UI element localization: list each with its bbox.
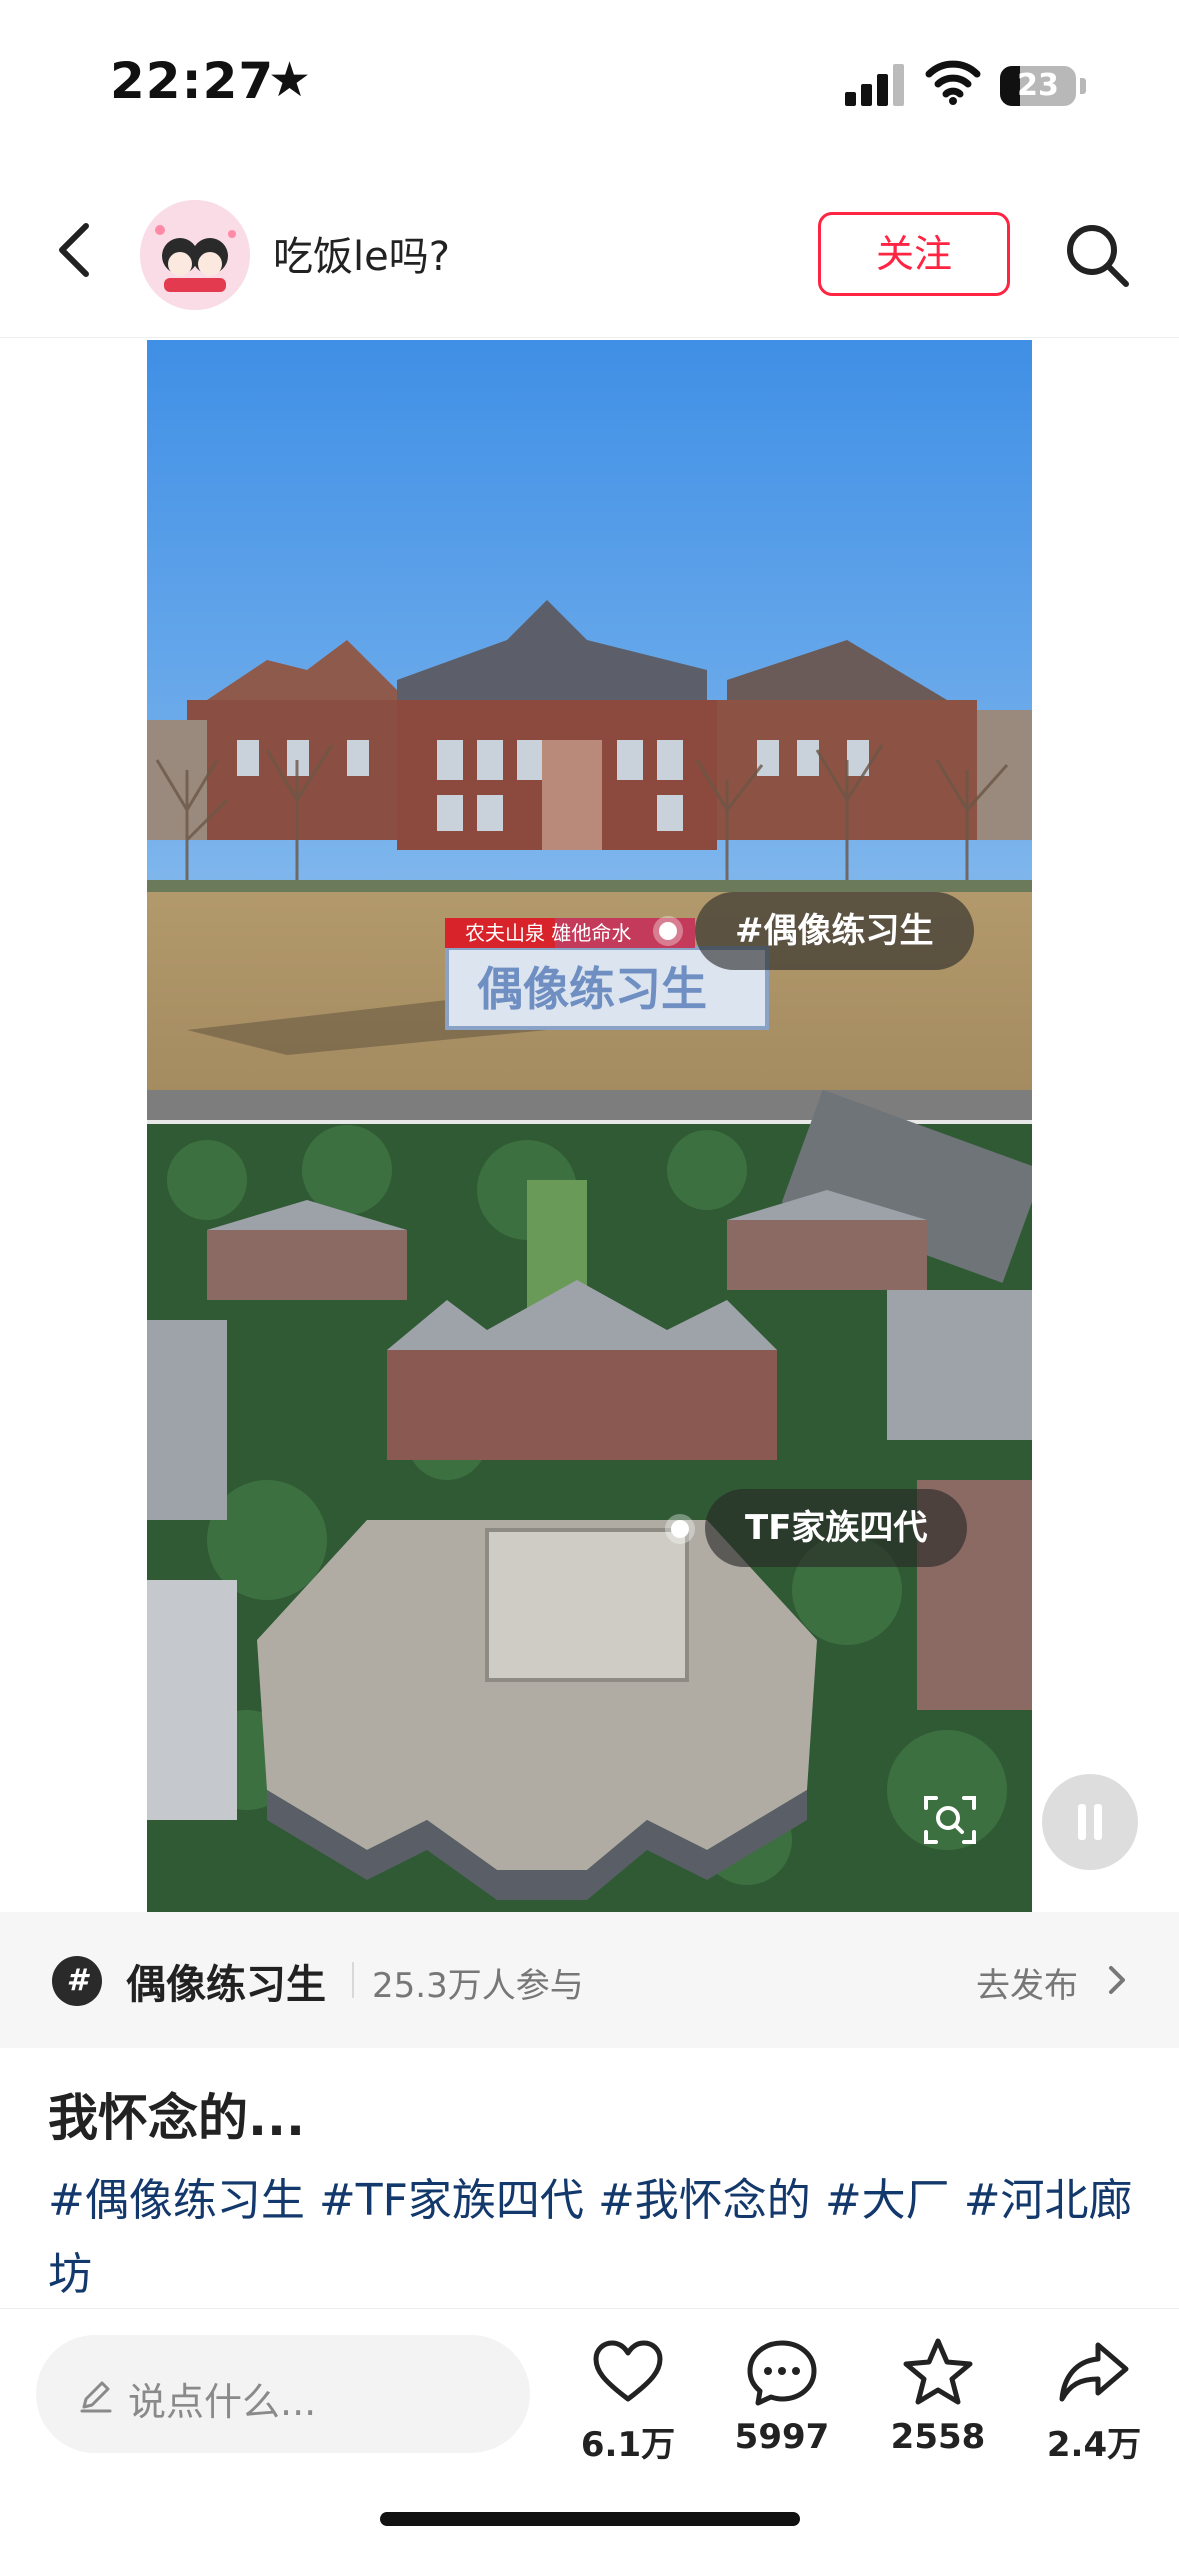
collect-count: 2558 bbox=[890, 2417, 986, 2457]
comment-count: 5997 bbox=[734, 2417, 830, 2457]
pause-icon bbox=[1078, 1804, 1102, 1840]
note-hashtags: #偶像练习生 #TF家族四代 #我怀念的 #大厂 #河北廊坊 bbox=[48, 2164, 1148, 2312]
star-icon bbox=[903, 2338, 973, 2405]
topic-name[interactable]: 偶像练习生 bbox=[126, 1952, 326, 2010]
home-indicator[interactable] bbox=[380, 2512, 800, 2526]
tag-anchor-dot bbox=[659, 922, 677, 940]
scan-icon[interactable] bbox=[920, 1790, 980, 1850]
arena-building bbox=[257, 1520, 817, 1900]
search-icon[interactable] bbox=[1060, 218, 1136, 294]
comment-input[interactable]: 说点什么... bbox=[36, 2335, 530, 2453]
video-player[interactable]: 农夫山泉 雄他命水 偶像练习生 #偶像练习生 TF家族四代 bbox=[147, 340, 1032, 1912]
comment-bubble-icon bbox=[747, 2340, 817, 2406]
chevron-left-icon[interactable] bbox=[40, 210, 110, 290]
follow-button[interactable]: 关注 bbox=[818, 212, 1010, 296]
wifi-icon bbox=[925, 60, 981, 105]
share-count: 2.4万 bbox=[1046, 2425, 1142, 2465]
image-tag-topic[interactable]: #偶像练习生 bbox=[695, 892, 974, 970]
author-name[interactable]: 吃饭le吗? bbox=[273, 224, 450, 282]
topic-bar[interactable]: # 偶像练习生 25.3万人参与 去发布 bbox=[0, 1912, 1179, 2048]
chevron-right-icon[interactable] bbox=[1102, 1962, 1132, 1998]
sign-title-text: 偶像练习生 bbox=[477, 962, 707, 1016]
battery-level: 23 bbox=[1017, 68, 1059, 103]
hashtag-link[interactable]: #偶像练习生 bbox=[48, 2175, 305, 2226]
video-frame: 农夫山泉 雄他命水 偶像练习生 bbox=[147, 340, 1032, 1912]
battery-cap bbox=[1080, 78, 1086, 94]
cellular-signal-icon bbox=[845, 62, 905, 106]
avatar[interactable] bbox=[140, 200, 250, 310]
note-header: 吃饭le吗? 关注 bbox=[0, 170, 1179, 338]
comment-button[interactable]: 5997 bbox=[712, 2335, 852, 2485]
hashtag-link[interactable]: #我怀念的 bbox=[598, 2175, 811, 2226]
topic-divider bbox=[352, 1962, 354, 1998]
share-button[interactable]: 2.4万 bbox=[1024, 2335, 1164, 2485]
topic-post-link[interactable]: 去发布 bbox=[976, 1958, 1078, 2007]
like-count: 6.1万 bbox=[580, 2425, 676, 2465]
status-bar: 22:27 ★ 23 bbox=[0, 0, 1179, 170]
pen-icon bbox=[80, 2381, 112, 2413]
heart-icon bbox=[593, 2340, 663, 2402]
collect-button[interactable]: 2558 bbox=[868, 2335, 1008, 2485]
share-arrow-icon bbox=[1059, 2342, 1129, 2402]
topic-hash-icon: # bbox=[52, 1956, 102, 2006]
battery-icon: 23 bbox=[1000, 66, 1076, 106]
hashtag-link[interactable]: #TF家族四代 bbox=[319, 2175, 584, 2226]
sign-sponsor-text: 农夫山泉 雄他命水 bbox=[465, 921, 631, 945]
status-time: 22:27 bbox=[110, 52, 275, 110]
comment-placeholder: 说点什么... bbox=[128, 2380, 317, 2424]
topic-participant-count: 25.3万人参与 bbox=[372, 1966, 584, 2006]
pause-button[interactable] bbox=[1042, 1774, 1138, 1870]
like-button[interactable]: 6.1万 bbox=[558, 2335, 698, 2485]
star-icon: ★ bbox=[268, 52, 312, 108]
image-tag-topic[interactable]: TF家族四代 bbox=[705, 1489, 968, 1567]
hashtag-link[interactable]: #大厂 bbox=[825, 2175, 950, 2226]
tag-anchor-dot bbox=[671, 1520, 689, 1538]
note-title: 我怀念的... bbox=[48, 2089, 305, 2147]
